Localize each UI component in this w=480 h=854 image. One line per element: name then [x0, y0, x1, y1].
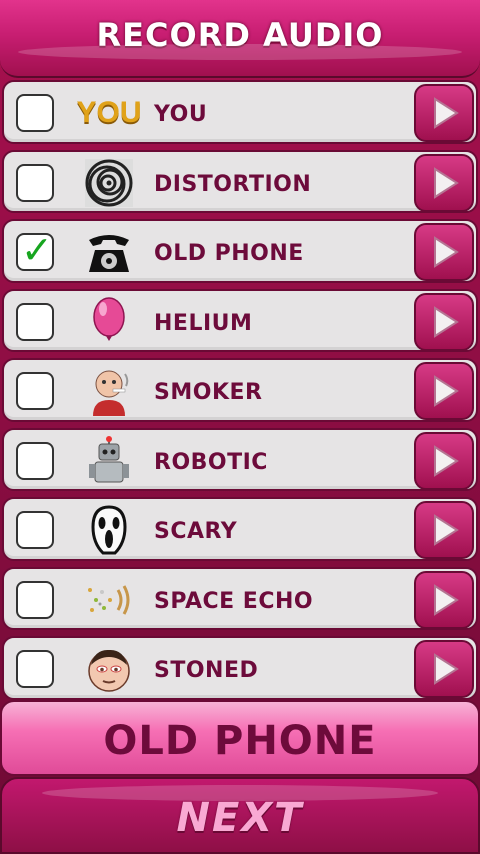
checkmark-icon: ✓ — [21, 228, 53, 272]
row-background: YOU YOU — [2, 80, 478, 144]
scream-mask-icon — [84, 505, 134, 555]
selected-effect-banner: OLD PHONE — [0, 700, 480, 776]
old-telephone-icon — [84, 227, 134, 277]
play-icon — [434, 166, 459, 199]
effect-label: SMOKER — [154, 380, 263, 405]
play-button-robotic[interactable] — [414, 431, 474, 490]
effects-list: YOU YOU DISTORTION ✓ OLD PHONE HELIUM SM… — [0, 78, 480, 704]
stoned-face-icon — [84, 644, 134, 694]
next-button[interactable]: NEXT — [2, 795, 478, 841]
effect-checkbox-stoned[interactable] — [16, 650, 54, 688]
play-button-distortion[interactable] — [414, 153, 474, 212]
effect-row-scary[interactable]: SCARY — [0, 495, 480, 565]
effect-label: STONED — [154, 658, 259, 683]
row-background: ✓ OLD PHONE — [2, 219, 478, 283]
you-icon-text: YOU — [76, 96, 142, 129]
row-background: SMOKER — [2, 358, 478, 422]
row-background: HELIUM — [2, 288, 478, 352]
effect-checkbox-robotic[interactable] — [16, 441, 54, 480]
play-button-old-phone[interactable] — [414, 223, 474, 281]
footer-bar: NEXT — [0, 777, 480, 854]
effect-checkbox-old-phone[interactable]: ✓ — [16, 228, 54, 272]
row-background: ROBOTIC — [2, 427, 478, 491]
space-echo-icon — [84, 575, 134, 625]
play-icon — [434, 514, 459, 546]
play-button-you[interactable] — [414, 84, 474, 142]
effect-label: YOU — [154, 102, 208, 127]
play-icon — [434, 444, 459, 477]
distortion-swirl-icon — [84, 158, 134, 208]
you-text-icon: YOU — [77, 88, 142, 138]
row-background: SCARY — [2, 497, 478, 561]
effect-row-you[interactable]: YOU YOU — [0, 78, 480, 148]
effect-label: SPACE ECHO — [154, 588, 314, 614]
effect-row-stoned[interactable]: STONED — [0, 634, 480, 704]
smoker-man-icon — [84, 366, 134, 416]
effect-label: ROBOTIC — [154, 449, 268, 475]
play-icon — [434, 236, 459, 268]
effect-row-distortion[interactable]: DISTORTION — [0, 148, 480, 218]
row-background: SPACE ECHO — [2, 566, 478, 630]
effect-label: OLD PHONE — [154, 241, 304, 266]
play-button-scary[interactable] — [414, 501, 474, 559]
effect-label: DISTORTION — [154, 171, 312, 197]
play-button-stoned[interactable] — [414, 640, 474, 698]
play-icon — [434, 97, 459, 129]
effect-row-old-phone[interactable]: ✓ OLD PHONE — [0, 217, 480, 287]
balloon-icon — [84, 296, 134, 347]
play-icon — [434, 653, 459, 685]
play-button-smoker[interactable] — [414, 362, 474, 420]
robot-icon — [84, 435, 134, 486]
effect-label: HELIUM — [154, 310, 253, 336]
app-root: RECORD AUDIO YOU YOU DISTORTION ✓ OLD PH… — [0, 0, 480, 854]
header-bar: RECORD AUDIO — [0, 0, 480, 78]
play-button-helium[interactable] — [414, 292, 474, 351]
play-button-space-echo[interactable] — [414, 570, 474, 629]
selected-effect-label: OLD PHONE — [103, 718, 377, 764]
effect-checkbox-distortion[interactable] — [16, 163, 54, 202]
row-background: STONED — [2, 636, 478, 700]
effect-checkbox-helium[interactable] — [16, 302, 54, 341]
page-title: RECORD AUDIO — [96, 16, 384, 54]
effect-row-helium[interactable]: HELIUM — [0, 287, 480, 357]
effect-row-space-echo[interactable]: SPACE ECHO — [0, 565, 480, 635]
effect-checkbox-smoker[interactable] — [16, 372, 54, 410]
effect-checkbox-you[interactable] — [16, 94, 54, 132]
effect-row-robotic[interactable]: ROBOTIC — [0, 426, 480, 496]
play-icon — [434, 305, 459, 338]
row-background: DISTORTION — [2, 149, 478, 213]
effect-label: SCARY — [154, 519, 238, 544]
play-icon — [434, 583, 459, 616]
play-icon — [434, 375, 459, 407]
effect-row-smoker[interactable]: SMOKER — [0, 356, 480, 426]
effect-checkbox-scary[interactable] — [16, 511, 54, 549]
effect-checkbox-space-echo[interactable] — [16, 580, 54, 619]
